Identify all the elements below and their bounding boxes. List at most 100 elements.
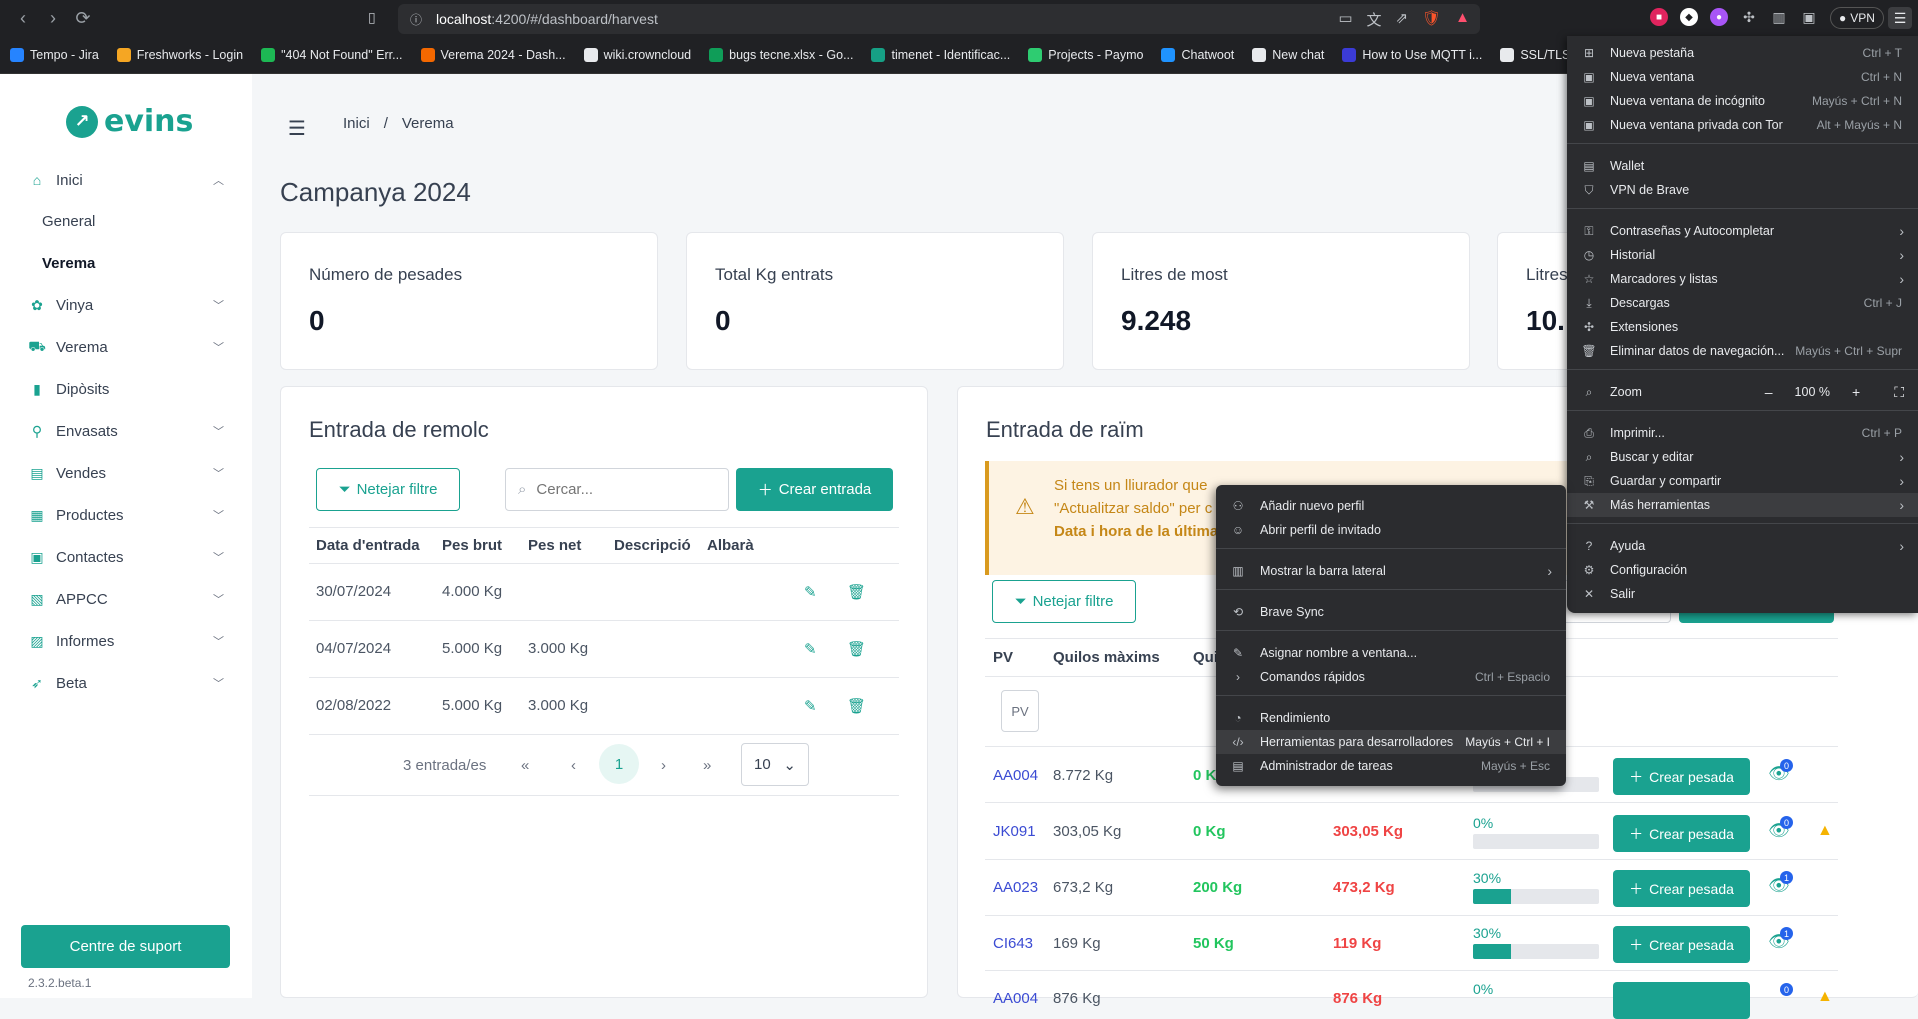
- menu-item-find[interactable]: ⌕ Buscar y editar ›: [1567, 445, 1918, 469]
- trash-icon[interactable]: 🗑: [847, 583, 866, 601]
- bookmark-item[interactable]: Tempo - Jira: [10, 47, 99, 62]
- trash-icon[interactable]: 🗑: [847, 640, 866, 658]
- fullscreen-icon[interactable]: ⛶: [1894, 384, 1904, 401]
- support-button[interactable]: Centre de suport: [21, 925, 230, 968]
- trash-icon[interactable]: 🗑: [847, 697, 866, 715]
- extensions-puzzle-icon[interactable]: ✣: [1740, 8, 1758, 26]
- menu-item-incognito[interactable]: ▣ Nueva ventana de incógnito Mayús + Ctrl …: [1567, 89, 1918, 113]
- bookmark-item[interactable]: "404 Not Found" Err...: [261, 47, 403, 62]
- last-page-icon[interactable]: »: [703, 757, 711, 774]
- sidebar-item-envasats[interactable]: ⚲ Envasats ﹀: [28, 416, 224, 446]
- edit-icon[interactable]: ✎: [804, 697, 817, 715]
- address-bar[interactable]: ⓘ localhost:4200/#/dashboard/harvest ▭ 文…: [398, 4, 1480, 34]
- create-weighing-button[interactable]: ＋ Crear pesada: [1613, 815, 1750, 852]
- next-page-icon[interactable]: ›: [661, 757, 666, 774]
- submenu-item-devtools[interactable]: ‹/› Herramientas para desarrolladores Mayú…: [1216, 730, 1566, 754]
- column-header[interactable]: Qui: [1193, 649, 1218, 666]
- submenu-item-task-manager[interactable]: ▤ Administrador de tareas Mayús + Esc: [1216, 754, 1566, 778]
- sidebar-item-diposits[interactable]: ▮ Dipòsits: [28, 374, 224, 404]
- cast-icon[interactable]: ▭: [1338, 9, 1352, 30]
- sidebar-item-verema[interactable]: ⛟ Verema ﹀: [28, 332, 224, 362]
- translate-icon[interactable]: 文: [1367, 9, 1382, 30]
- edit-icon[interactable]: ✎: [804, 583, 817, 601]
- sidebar-item-vendes[interactable]: ▤ Vendes ﹀: [28, 458, 224, 488]
- menu-item-print[interactable]: ⎙ Imprimir... Ctrl + P: [1567, 421, 1918, 445]
- create-weighing-button[interactable]: ＋ Crear pesada: [1613, 758, 1750, 795]
- edit-icon[interactable]: ✎: [804, 640, 817, 658]
- menu-item-help[interactable]: ? Ayuda ›: [1567, 534, 1918, 558]
- sidebar-item-contactes[interactable]: ▣ Contactes ﹀: [28, 542, 224, 572]
- page-button-active[interactable]: 1: [599, 744, 639, 784]
- menu-item-history[interactable]: ◷ Historial ›: [1567, 243, 1918, 267]
- extension-icon[interactable]: ●: [1710, 8, 1728, 26]
- menu-item-tor[interactable]: ▣ Nueva ventana privada con Tor Alt + Mayú…: [1567, 113, 1918, 137]
- forward-icon[interactable]: ›: [40, 5, 66, 31]
- reload-icon[interactable]: ⟳: [70, 5, 96, 31]
- column-header[interactable]: Quilos màxims: [1053, 649, 1160, 666]
- column-header[interactable]: Data d'entrada: [316, 537, 420, 554]
- zoom-in-button[interactable]: +: [1852, 384, 1860, 400]
- back-icon[interactable]: ‹: [10, 5, 36, 31]
- sidebar-item-informes[interactable]: ▨ Informes ﹀: [28, 626, 224, 656]
- pv-filter-input[interactable]: PV: [1001, 690, 1039, 732]
- menu-item-more-tools[interactable]: ⚒ Más herramientas ›: [1567, 493, 1918, 517]
- menu-item-passwords[interactable]: ⚿ Contraseñas y Autocompletar ›: [1567, 219, 1918, 243]
- submenu-item-sidebar[interactable]: ▥ Mostrar la barra lateral ›: [1216, 559, 1566, 583]
- sidebar-item-beta[interactable]: ➶ Beta ﹀: [28, 668, 224, 698]
- menu-item-settings[interactable]: ⚙ Configuración: [1567, 558, 1918, 582]
- submenu-item-guest[interactable]: ☺ Abrir perfil de invitado: [1216, 518, 1566, 542]
- sidebar-item-productes[interactable]: ▦ Productes ﹀: [28, 500, 224, 530]
- brave-shields-icon[interactable]: 🛡: [1422, 9, 1441, 30]
- sidebar-item-verema-active[interactable]: Verema: [42, 255, 95, 272]
- column-header[interactable]: Descripció: [614, 537, 691, 554]
- prev-page-icon[interactable]: ‹: [571, 757, 576, 774]
- create-entry-button[interactable]: ＋ Crear entrada: [736, 468, 893, 511]
- bookmark-item[interactable]: How to Use MQTT i...: [1342, 47, 1482, 62]
- search-input[interactable]: [536, 481, 717, 498]
- clear-filter-button[interactable]: ⏷ Netejar filtre: [316, 468, 460, 511]
- breadcrumb-home[interactable]: Inici: [343, 115, 370, 132]
- pv-link[interactable]: AA004: [993, 767, 1038, 784]
- submenu-item-performance[interactable]: ◔ Rendimiento: [1216, 706, 1566, 730]
- extension-icon[interactable]: ■: [1650, 8, 1668, 26]
- menu-item-vpn[interactable]: ⛉ VPN de Brave: [1567, 178, 1918, 202]
- menu-item-clear-data[interactable]: 🗑 Eliminar datos de navegación... Mayús + …: [1567, 339, 1918, 363]
- menu-item-bookmarks[interactable]: ☆ Marcadores y listas ›: [1567, 267, 1918, 291]
- evins-logo[interactable]: ↗ evins: [66, 104, 193, 139]
- menu-item-wallet[interactable]: ▤ Wallet: [1567, 154, 1918, 178]
- bookmark-item[interactable]: Freshworks - Login: [116, 47, 243, 62]
- create-weighing-button[interactable]: [1613, 982, 1750, 1019]
- bookmark-item[interactable]: bugs tecne.xlsx - Go...: [709, 47, 853, 62]
- pv-link[interactable]: CI643: [993, 935, 1033, 952]
- site-info-icon[interactable]: ⓘ: [410, 11, 422, 28]
- create-weighing-button[interactable]: ＋ Crear pesada: [1613, 870, 1750, 907]
- search-field[interactable]: ⌕: [505, 468, 729, 511]
- bookmark-item[interactable]: Verema 2024 - Dash...: [420, 47, 566, 62]
- page-size-select[interactable]: 10 ⌄: [741, 743, 809, 786]
- share-icon[interactable]: ⇗: [1396, 9, 1409, 30]
- pv-link[interactable]: AA023: [993, 879, 1038, 896]
- menu-item-new-tab[interactable]: ⊞ Nueva pestaña Ctrl + T: [1567, 41, 1918, 65]
- bookmark-item[interactable]: Projects - Paymo: [1028, 47, 1143, 62]
- create-weighing-button[interactable]: ＋ Crear pesada: [1613, 926, 1750, 963]
- pv-link[interactable]: JK091: [993, 823, 1036, 840]
- column-header[interactable]: Pes net: [528, 537, 581, 554]
- bookmark-item[interactable]: Chatwoot: [1161, 47, 1234, 62]
- bookmark-item[interactable]: timenet - Identificac...: [871, 47, 1010, 62]
- column-header[interactable]: Pes brut: [442, 537, 502, 554]
- sidebar-item-general[interactable]: General: [42, 213, 95, 230]
- zoom-out-button[interactable]: –: [1765, 384, 1773, 400]
- submenu-item-name-window[interactable]: ✎ Asignar nombre a ventana...: [1216, 641, 1566, 665]
- sidebar-item-inici[interactable]: ⌂ Inici ︿: [28, 165, 224, 195]
- clear-filter-button[interactable]: ⏷ Netejar filtre: [992, 580, 1136, 623]
- menu-item-exit[interactable]: ✕ Salir: [1567, 582, 1918, 606]
- menu-item-extensions[interactable]: ✣ Extensiones: [1567, 315, 1918, 339]
- bookmark-item[interactable]: wiki.crowncloud: [583, 47, 691, 62]
- menu-item-downloads[interactable]: ⤓ Descargas Ctrl + J: [1567, 291, 1918, 315]
- bookmark-item[interactable]: New chat: [1252, 47, 1324, 62]
- brave-rewards-icon[interactable]: ▲: [1455, 9, 1470, 30]
- sidebar-item-appcc[interactable]: ▧ APPCC ﹀: [28, 584, 224, 614]
- bookmark-icon[interactable]: ▯: [368, 9, 376, 26]
- column-header[interactable]: Albarà: [707, 537, 754, 554]
- sidebar-toggle-icon[interactable]: ▥: [1770, 8, 1788, 26]
